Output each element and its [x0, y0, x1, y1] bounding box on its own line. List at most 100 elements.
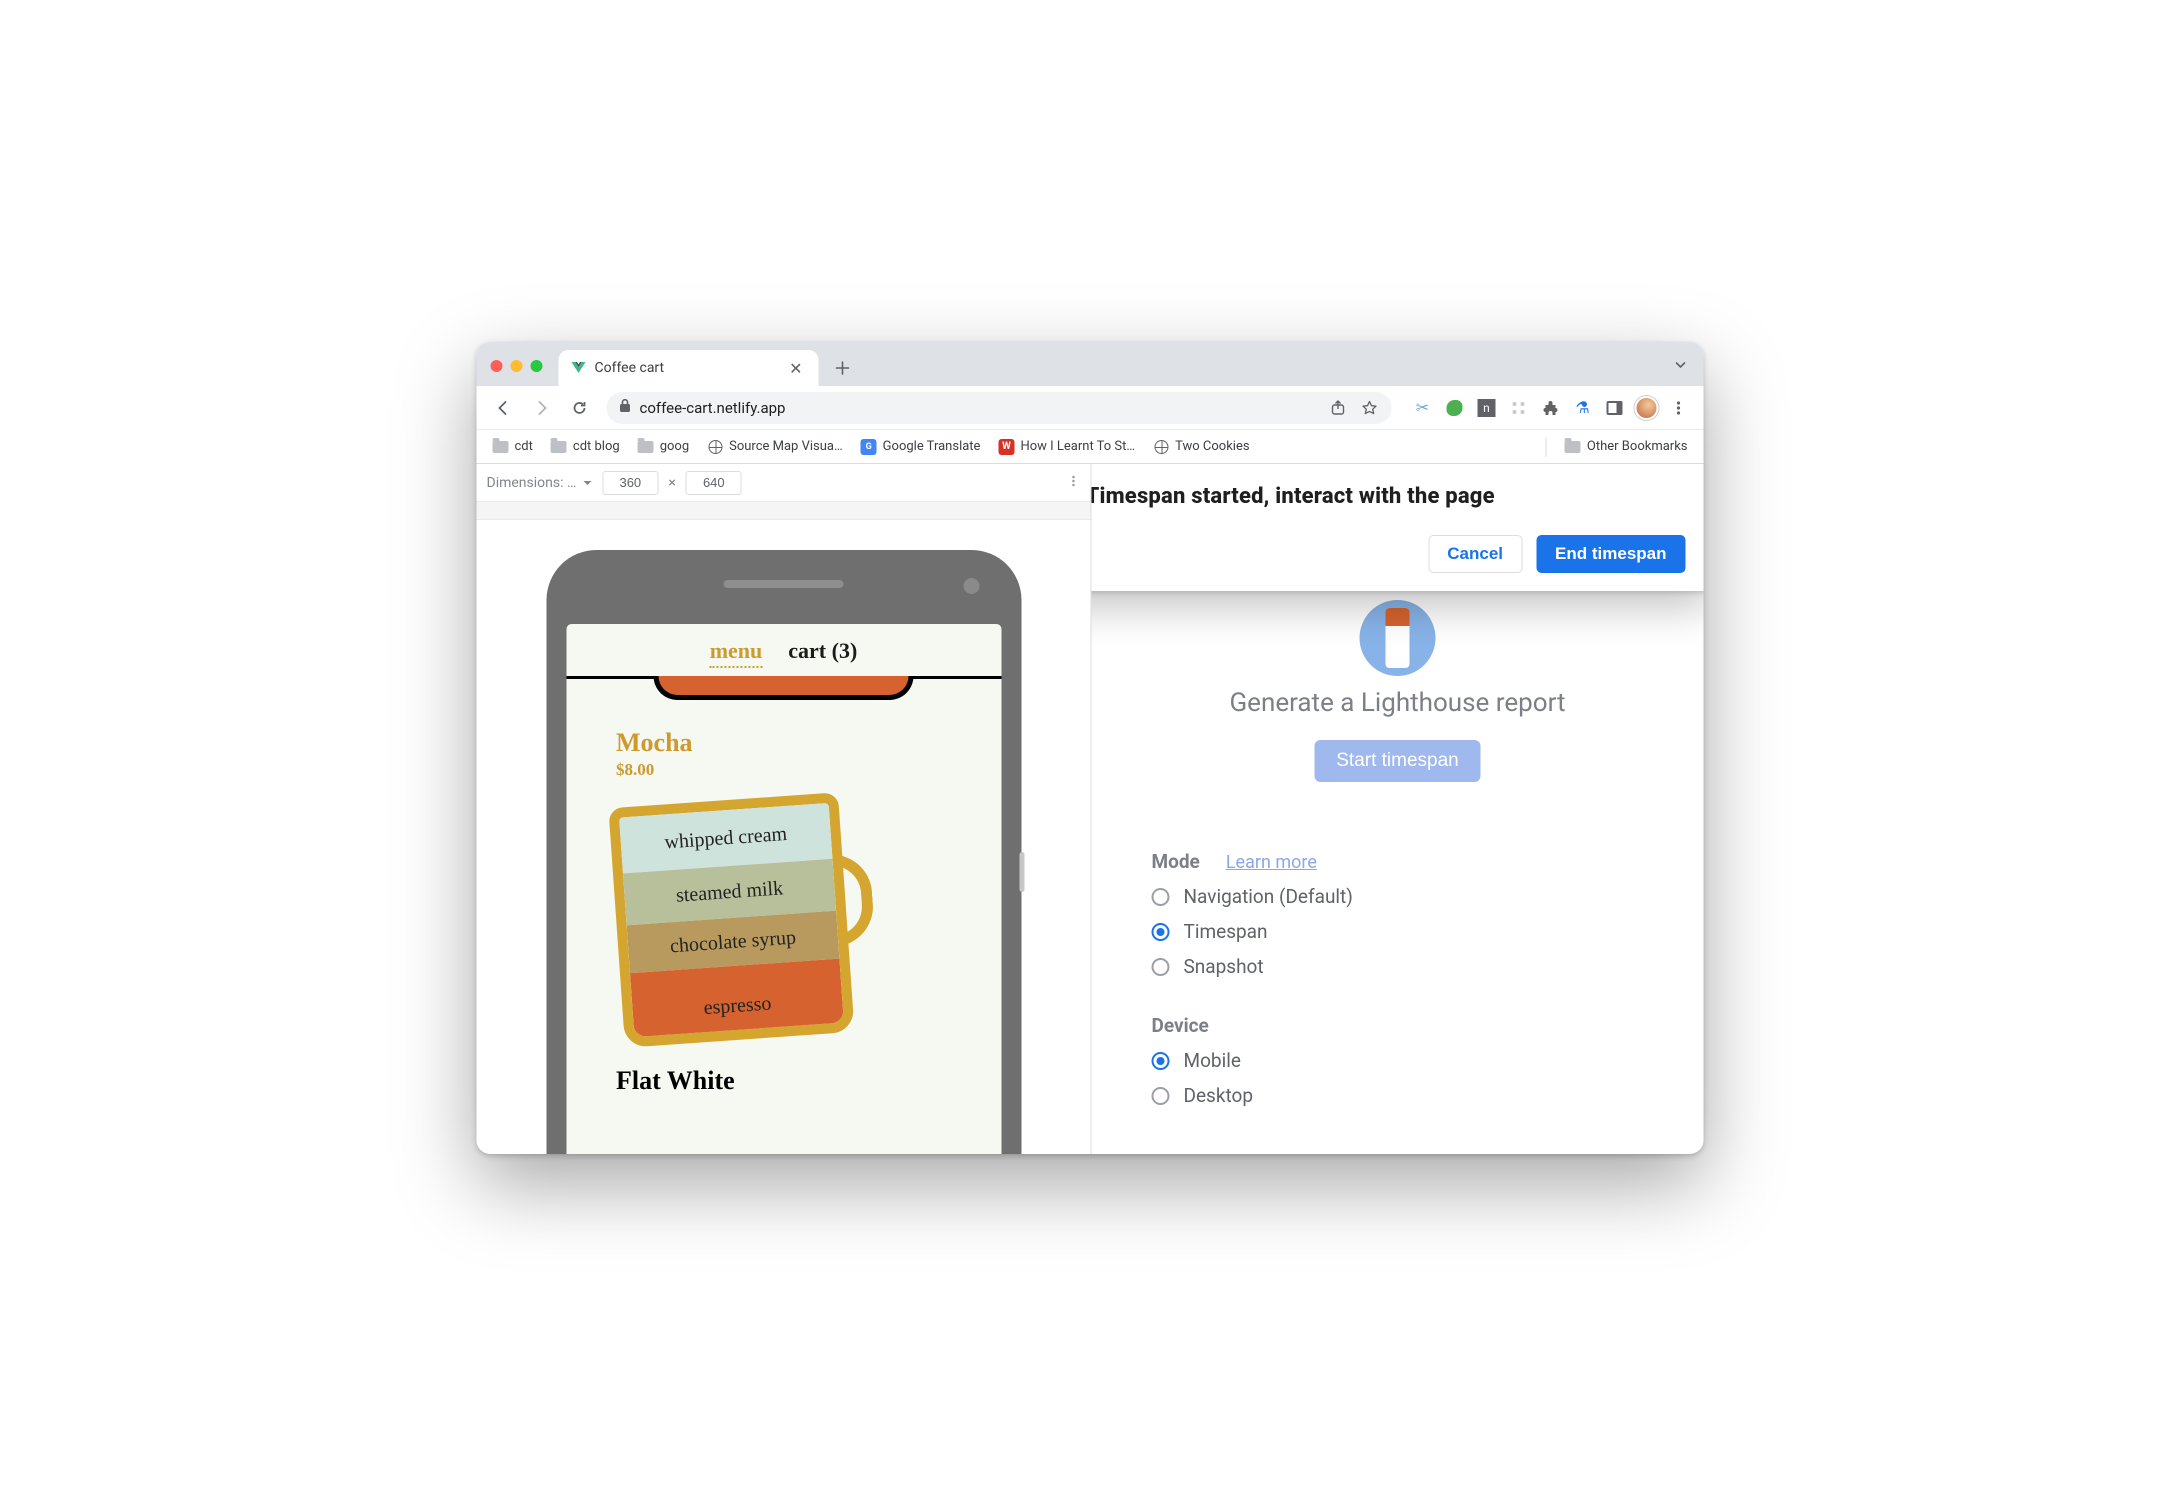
bookmark-label: Other Bookmarks: [1587, 439, 1688, 454]
bookmark-link[interactable]: Two Cookies: [1147, 436, 1255, 458]
new-tab-button[interactable]: [829, 354, 857, 382]
bookmark-star-button[interactable]: [1358, 396, 1382, 420]
browser-tab[interactable]: Coffee cart ✕: [559, 350, 819, 386]
cancel-button[interactable]: Cancel: [1428, 535, 1522, 573]
extension-scissors-icon[interactable]: ✂: [1408, 393, 1438, 423]
other-bookmarks-folder[interactable]: Other Bookmarks: [1559, 436, 1694, 458]
mode-section-label: Mode: [1152, 850, 1200, 873]
folder-icon: [551, 441, 567, 453]
end-timespan-button[interactable]: End timespan: [1536, 535, 1685, 573]
device-speaker-icon: [724, 580, 844, 588]
viewport-width-input[interactable]: [602, 471, 658, 495]
dimensions-label[interactable]: Dimensions: …: [487, 475, 577, 491]
close-window-button[interactable]: [491, 360, 503, 372]
bookmark-folder[interactable]: cdt: [487, 436, 539, 458]
device-option[interactable]: Mobile: [1152, 1049, 1644, 1072]
folder-icon: [493, 441, 509, 453]
tab-strip: Coffee cart ✕: [477, 342, 1704, 386]
browser-window: Coffee cart ✕: [477, 342, 1704, 1154]
forward-button[interactable]: [525, 391, 559, 425]
close-tab-button[interactable]: ✕: [785, 357, 806, 380]
extension-grid-icon[interactable]: [1504, 393, 1534, 423]
timespan-modal: Timespan started, interact with the page…: [1092, 464, 1704, 591]
mode-option[interactable]: Timespan: [1152, 920, 1644, 943]
cup-layer: espresso: [629, 959, 844, 1048]
reload-button[interactable]: [563, 391, 597, 425]
bookmarks-bar: cdt cdt blog goog Source Map Visua… GGoo…: [477, 430, 1704, 464]
device-option[interactable]: Desktop: [1152, 1084, 1644, 1107]
side-panel-button[interactable]: [1600, 393, 1630, 423]
product-price: $8.00: [616, 760, 951, 780]
device-option-label: Mobile: [1184, 1049, 1241, 1072]
device-menu-button[interactable]: [1067, 474, 1081, 492]
device-toolbar: Dimensions: … ×: [477, 464, 1091, 502]
back-button[interactable]: [487, 391, 521, 425]
bookmark-link[interactable]: W How I Learnt To St…: [992, 436, 1141, 458]
cup-body-icon: whipped cream steamed milk chocolate syr…: [608, 792, 854, 1047]
product-name: Flat White: [616, 1066, 951, 1096]
translate-icon: G: [861, 439, 877, 455]
device-emulation-pane: Dimensions: … ×: [477, 464, 1092, 1154]
radio-checked-icon: [1152, 923, 1170, 941]
lock-icon: [619, 398, 632, 417]
mode-option-label: Timespan: [1184, 920, 1268, 943]
cup-illustration[interactable]: whipped cream steamed milk chocolate syr…: [606, 800, 886, 1050]
bookmark-label: cdt: [515, 439, 533, 454]
mode-option[interactable]: Navigation (Default): [1152, 885, 1644, 908]
bookmark-label: Two Cookies: [1175, 439, 1249, 454]
bookmark-label: How I Learnt To St…: [1020, 439, 1135, 454]
w-icon: W: [998, 439, 1014, 455]
mode-option[interactable]: Snapshot: [1152, 955, 1644, 978]
extension-n-icon[interactable]: [1472, 393, 1502, 423]
mode-option-label: Navigation (Default): [1184, 885, 1353, 908]
app-nav: menu cart (3): [566, 624, 1001, 679]
bookmark-link[interactable]: Source Map Visua…: [701, 436, 849, 458]
window-controls: [491, 360, 543, 372]
bookmark-folder[interactable]: cdt blog: [545, 436, 626, 458]
browser-menu-button[interactable]: [1664, 393, 1694, 423]
viewport-height-input[interactable]: [686, 471, 742, 495]
minimize-window-button[interactable]: [511, 360, 523, 372]
bookmark-label: Source Map Visua…: [729, 439, 843, 454]
extension-green-icon[interactable]: [1440, 393, 1470, 423]
dropdown-icon: [582, 478, 592, 488]
mode-option-label: Snapshot: [1184, 955, 1264, 978]
radio-icon: [1152, 958, 1170, 976]
nav-cart-link[interactable]: cart (3): [788, 638, 857, 664]
start-timespan-button[interactable]: Start timespan: [1314, 740, 1481, 782]
nav-menu-link[interactable]: menu: [710, 638, 763, 668]
radio-icon: [1152, 1087, 1170, 1105]
tab-title: Coffee cart: [595, 360, 778, 376]
product-card: Mocha $8.00 whipped cream steamed milk c…: [566, 700, 1001, 1060]
app-screen[interactable]: menu cart (3) Mocha $8.00 whippe: [566, 624, 1001, 1154]
toolbar-right-icons: ✂ ⚗: [1402, 393, 1694, 423]
bookmark-label: cdt blog: [573, 439, 620, 454]
radio-checked-icon: [1152, 1052, 1170, 1070]
extension-labs-icon[interactable]: ⚗: [1568, 393, 1598, 423]
extensions-menu-button[interactable]: [1536, 393, 1566, 423]
tab-search-button[interactable]: [1674, 357, 1688, 376]
device-option-label: Desktop: [1184, 1084, 1254, 1107]
share-button[interactable]: [1326, 396, 1350, 420]
lighthouse-logo-icon: [1360, 600, 1436, 676]
viewport-resize-handle[interactable]: [1019, 852, 1024, 892]
lighthouse-settings: Mode Learn more Navigation (Default) Tim…: [1092, 842, 1704, 1107]
bookmark-label: goog: [660, 439, 689, 454]
devtools-lighthouse-pane: Generate a Lighthouse report Start times…: [1092, 464, 1704, 1154]
folder-icon: [1565, 441, 1581, 453]
profile-avatar[interactable]: [1632, 393, 1662, 423]
address-bar[interactable]: coffee-cart.netlify.app: [607, 392, 1392, 424]
device-section-label: Device: [1152, 1014, 1209, 1037]
content-area: Dimensions: … ×: [477, 464, 1704, 1154]
bookmark-folder[interactable]: goog: [632, 436, 695, 458]
ruler: [477, 502, 1091, 520]
nav-accent-pill: [654, 676, 914, 700]
product-card: Flat White: [566, 1066, 1001, 1096]
learn-more-link[interactable]: Learn more: [1226, 852, 1317, 873]
lighthouse-heading: Generate a Lighthouse report: [1229, 688, 1565, 718]
emulated-viewport: menu cart (3) Mocha $8.00 whippe: [477, 520, 1091, 1154]
maximize-window-button[interactable]: [531, 360, 543, 372]
globe-icon: [708, 440, 722, 454]
bookmark-link[interactable]: GGoogle Translate: [855, 436, 987, 458]
browser-toolbar: coffee-cart.netlify.app ✂ ⚗: [477, 386, 1704, 430]
